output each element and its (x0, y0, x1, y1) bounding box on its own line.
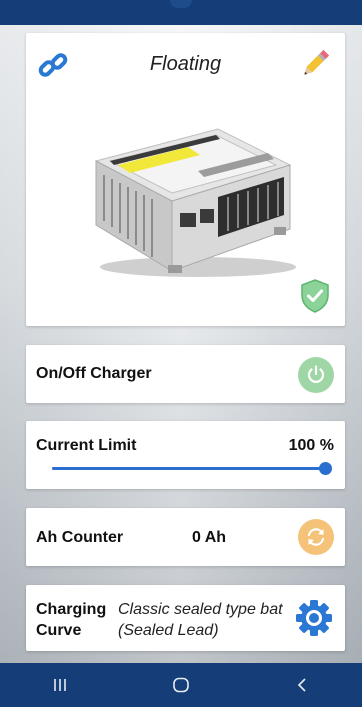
refresh-icon (307, 528, 325, 546)
ah-counter-value: 0 Ah (192, 529, 227, 546)
charging-curve-row: Charging Curve Classic sealed type bat (… (26, 585, 345, 651)
shield-check-icon (301, 279, 329, 313)
current-limit-row: Current Limit 100 % (26, 421, 345, 489)
ah-counter-label: Ah Counter (36, 529, 124, 546)
navigation-bar (0, 663, 362, 707)
pencil-icon[interactable] (297, 46, 333, 82)
charging-curve-label: Charging Curve (36, 601, 107, 639)
slider-fill (52, 467, 325, 470)
status-bar-notch (170, 0, 192, 8)
home-button[interactable] (161, 670, 201, 700)
ah-counter-row: Ah Counter 0 Ah (26, 508, 345, 566)
home-icon (173, 677, 189, 693)
current-limit-value: 100 % (288, 437, 334, 454)
current-limit-label: Current Limit (36, 437, 137, 454)
status-card: Floating (26, 33, 345, 326)
reset-ah-button[interactable] (298, 519, 334, 555)
charging-curve-value: Classic sealed type bat (Sealed Lead) (118, 601, 283, 639)
battery-charger-image (94, 128, 296, 277)
power-icon (307, 365, 325, 383)
gear-icon[interactable] (295, 599, 333, 637)
recent-apps-button[interactable] (40, 670, 80, 700)
back-button[interactable] (282, 670, 322, 700)
back-icon (297, 678, 306, 692)
slider-thumb[interactable] (319, 462, 332, 475)
current-limit-slider[interactable] (52, 462, 332, 475)
onoff-charger-row: On/Off Charger (26, 345, 345, 403)
status-bar (0, 0, 362, 25)
power-button[interactable] (298, 357, 334, 393)
recent-apps-icon (54, 679, 67, 691)
onoff-charger-label: On/Off Charger (36, 365, 152, 382)
